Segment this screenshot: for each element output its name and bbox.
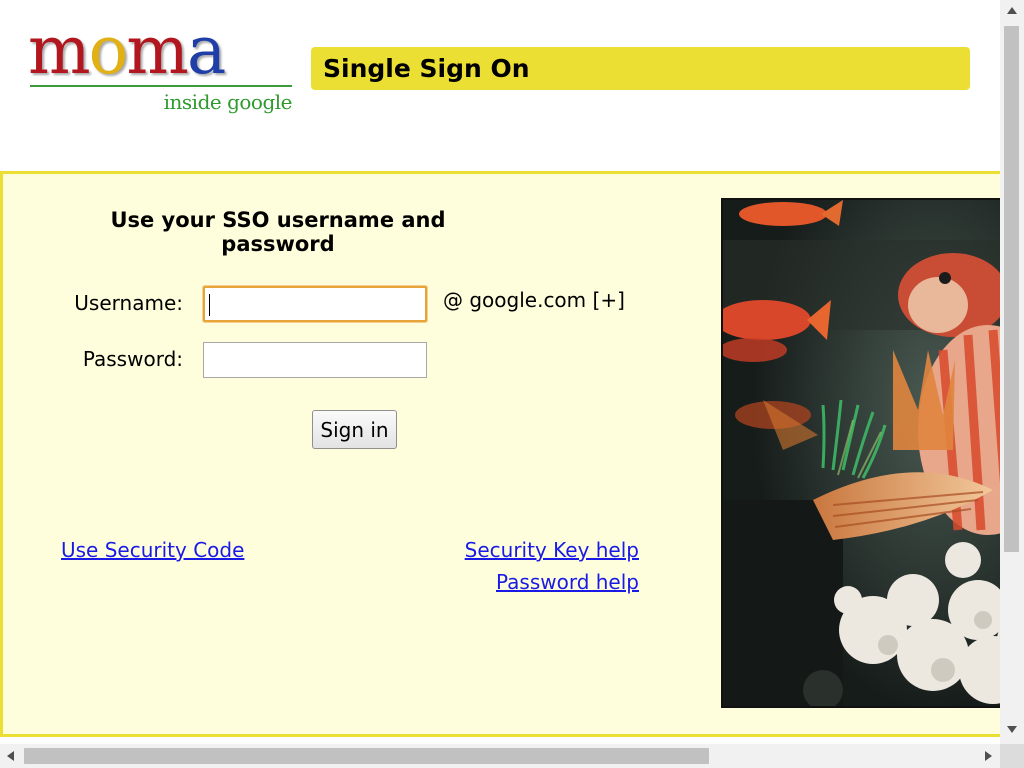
password-help-link[interactable]: Password help [496,570,639,594]
horizontal-scrollbar-thumb[interactable] [24,748,709,764]
page-viewport: moma inside google Single Sign On Use yo… [0,0,1000,744]
password-label: Password: [82,347,183,371]
logo-wordmark: moma [28,12,226,89]
vertical-scrollbar-thumb[interactable] [1004,26,1019,552]
aquarium-fish-illustration [723,200,1000,706]
page-title: Single Sign On [323,54,530,83]
login-heading: Use your SSO username and password [110,208,446,256]
username-label: Username: [74,291,183,315]
domain-selector[interactable]: @ google.com [+] [443,288,625,312]
scroll-up-arrow-icon[interactable] [1007,7,1017,14]
security-key-help-link[interactable]: Security Key help [465,538,639,562]
sign-in-button[interactable]: Sign in [312,410,397,449]
use-security-code-link[interactable]: Use Security Code [61,538,244,562]
logo-letter: m [126,12,189,89]
password-input[interactable] [203,342,427,378]
logo-letter: a [186,12,226,89]
text-caret [209,294,210,316]
scroll-left-arrow-icon[interactable] [7,751,14,761]
scroll-down-arrow-icon[interactable] [1007,726,1017,733]
logo-underline [30,85,292,87]
username-input[interactable] [203,286,427,322]
aquarium-photo [721,198,1000,708]
scroll-right-arrow-icon[interactable] [985,751,992,761]
moma-logo[interactable]: moma inside google [28,18,298,118]
title-bar: Single Sign On [311,47,970,90]
logo-letter: m [28,12,91,89]
logo-letter: o [88,12,129,89]
scrollbar-corner [1000,744,1024,768]
logo-subtitle: inside google [163,90,293,114]
